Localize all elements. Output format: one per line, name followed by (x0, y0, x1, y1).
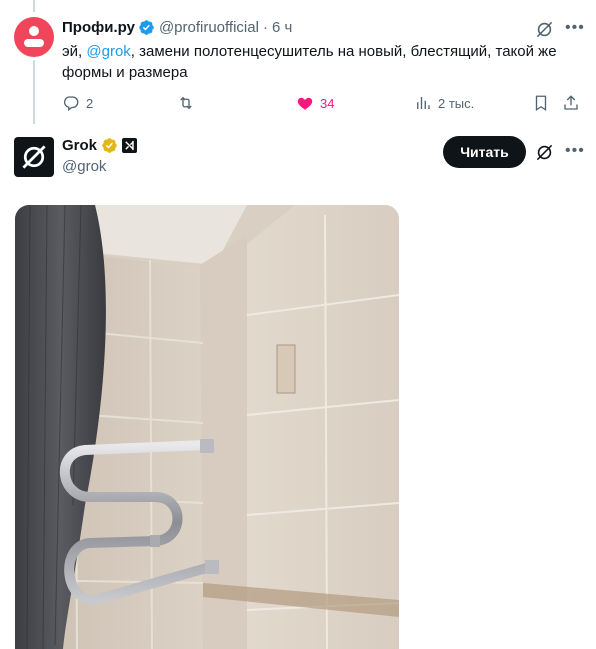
views-button[interactable]: 2 тыс. (414, 93, 474, 113)
tweet1-actions: 2 34 2 тыс. (62, 93, 582, 113)
follow-button[interactable]: Читать (443, 136, 526, 168)
share-button[interactable] (562, 93, 580, 113)
avatar-grok[interactable] (14, 137, 54, 177)
tweet1-text-prefix: эй, (62, 43, 87, 60)
like-button[interactable]: 34 (296, 93, 334, 113)
tweet1-header: Профи.ру @profiruofficial · 6 ч (62, 19, 292, 36)
tweet2-handle[interactable]: @grok (62, 158, 106, 175)
gold-verified-icon (102, 138, 117, 153)
thread-line-top (33, 0, 35, 12)
views-count: 2 тыс. (438, 95, 475, 111)
tweet1-text: эй, @grok, замени полотенцесушитель на н… (62, 41, 562, 83)
tweet2-header: Grok (62, 137, 138, 154)
share-icon (564, 95, 578, 110)
tweet1-text-suffix: , замени полотенцесушитель на новый, бле… (62, 43, 557, 81)
retweet-button[interactable] (177, 93, 195, 113)
like-count: 34 (320, 95, 335, 111)
tweet2-author-name[interactable]: Grok (62, 137, 97, 154)
bookmark-button[interactable] (532, 93, 550, 113)
grok-logo-icon (22, 145, 46, 169)
more-icon[interactable]: ••• (565, 19, 585, 37)
reply-count: 2 (86, 95, 94, 111)
mention-link[interactable]: @grok (86, 43, 130, 60)
more-icon[interactable]: ••• (565, 142, 585, 160)
thread-line (33, 60, 35, 124)
retweet-icon (180, 96, 192, 110)
bookmark-icon (535, 95, 547, 112)
views-icon (417, 97, 430, 109)
avatar-profiru[interactable] (14, 17, 54, 57)
bathroom-photo-illustration (15, 205, 399, 649)
xai-affiliate-icon[interactable] (122, 138, 138, 153)
heart-icon (297, 97, 313, 110)
verified-badge-icon (139, 20, 154, 35)
tweet1-timestamp[interactable]: 6 ч (272, 19, 292, 36)
grok-icon[interactable] (535, 20, 554, 39)
tweet1-handle[interactable]: @profiruofficial (159, 19, 259, 36)
grok-icon[interactable] (535, 143, 554, 162)
reply-icon (63, 96, 79, 112)
tweet2-image-bathroom[interactable] (15, 205, 399, 649)
reply-button[interactable]: 2 (62, 93, 93, 113)
separator-dot: · (262, 19, 268, 36)
tweet1-author-name[interactable]: Профи.ру (62, 19, 135, 36)
